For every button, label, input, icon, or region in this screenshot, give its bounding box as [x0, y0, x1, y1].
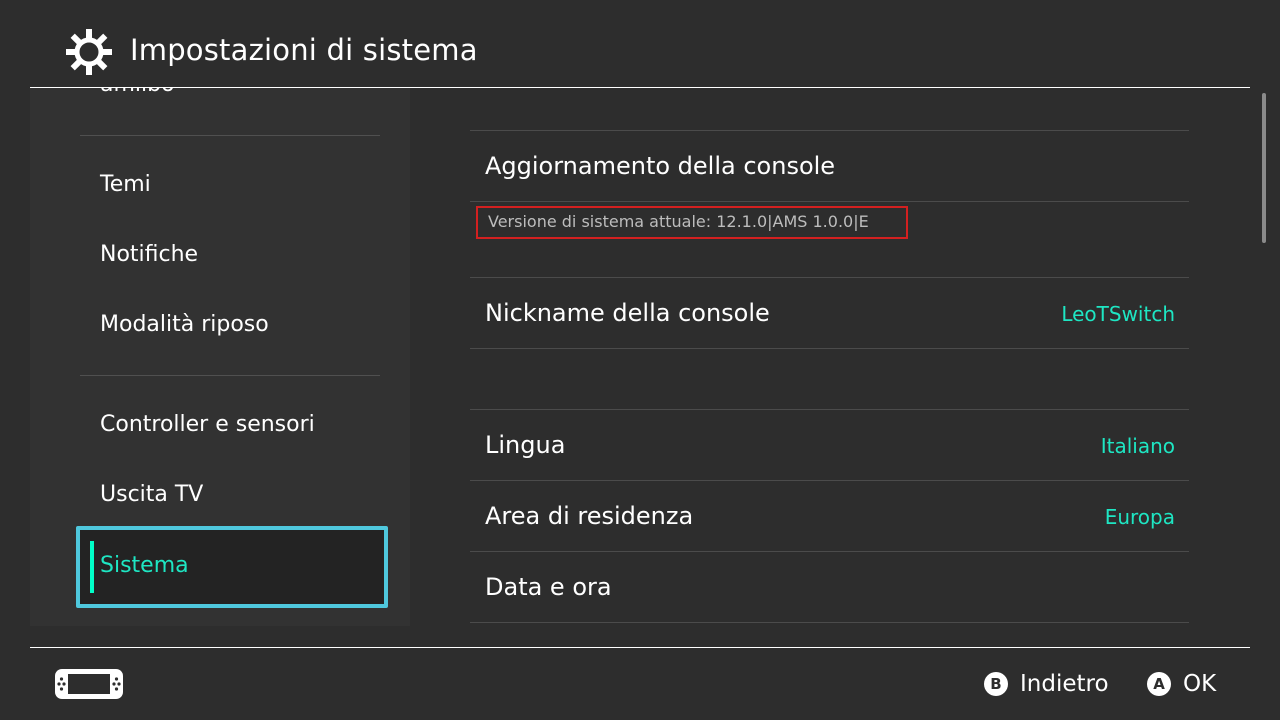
ok-button[interactable]: A OK — [1147, 669, 1216, 699]
language-value: Italiano — [1100, 434, 1175, 458]
console-icon — [55, 669, 123, 699]
language-label[interactable]: Lingua — [485, 429, 565, 461]
sidebar-item-temi[interactable]: Temi — [100, 170, 151, 200]
sidebar: amiibo Temi Notifiche Modalità riposo Co… — [30, 88, 410, 626]
console-nickname-label[interactable]: Nickname della console — [485, 297, 770, 329]
row-divider — [470, 409, 1189, 410]
sidebar-item-sistema[interactable]: Sistema — [76, 526, 388, 608]
sidebar-item-uscita-tv[interactable]: Uscita TV — [100, 480, 203, 510]
region-label[interactable]: Area di residenza — [485, 500, 693, 532]
sidebar-divider — [80, 375, 380, 376]
system-version-text: Versione di sistema attuale: 12.1.0|AMS … — [488, 212, 869, 231]
sidebar-item-amiibo[interactable]: amiibo — [100, 88, 175, 100]
console-update-item[interactable]: Aggiornamento della console — [485, 150, 835, 182]
row-divider — [470, 201, 1189, 202]
console-nickname-value: LeoTSwitch — [1061, 302, 1175, 326]
b-button-icon: B — [984, 672, 1008, 696]
sidebar-item-modalita-riposo[interactable]: Modalità riposo — [100, 310, 269, 340]
row-divider — [470, 622, 1189, 623]
date-time-label[interactable]: Data e ora — [485, 571, 612, 603]
selection-indicator — [90, 541, 94, 593]
row-divider — [470, 480, 1189, 481]
a-button-icon: A — [1147, 672, 1171, 696]
ok-label: OK — [1183, 671, 1217, 697]
sidebar-divider — [80, 135, 380, 136]
sidebar-item-label: Sistema — [100, 553, 189, 578]
settings-panel: Aggiornamento della console Versione di … — [410, 88, 1250, 626]
page-title: Impostazioni di sistema — [130, 33, 478, 67]
region-value: Europa — [1104, 505, 1175, 529]
footer-divider — [30, 647, 1250, 648]
row-divider — [470, 551, 1189, 552]
settings-screen: Impostazioni di sistema amiibo Temi Noti… — [0, 0, 1280, 720]
row-divider — [470, 277, 1189, 278]
header: Impostazioni di sistema — [0, 0, 1280, 88]
back-button[interactable]: B Indietro — [984, 669, 1109, 699]
scrollbar[interactable] — [1262, 93, 1266, 243]
back-label: Indietro — [1020, 671, 1109, 697]
row-divider — [470, 130, 1189, 131]
row-divider — [470, 348, 1189, 349]
gear-icon — [66, 29, 112, 75]
sidebar-item-controller-sensori[interactable]: Controller e sensori — [100, 410, 315, 440]
sidebar-item-notifiche[interactable]: Notifiche — [100, 240, 198, 270]
